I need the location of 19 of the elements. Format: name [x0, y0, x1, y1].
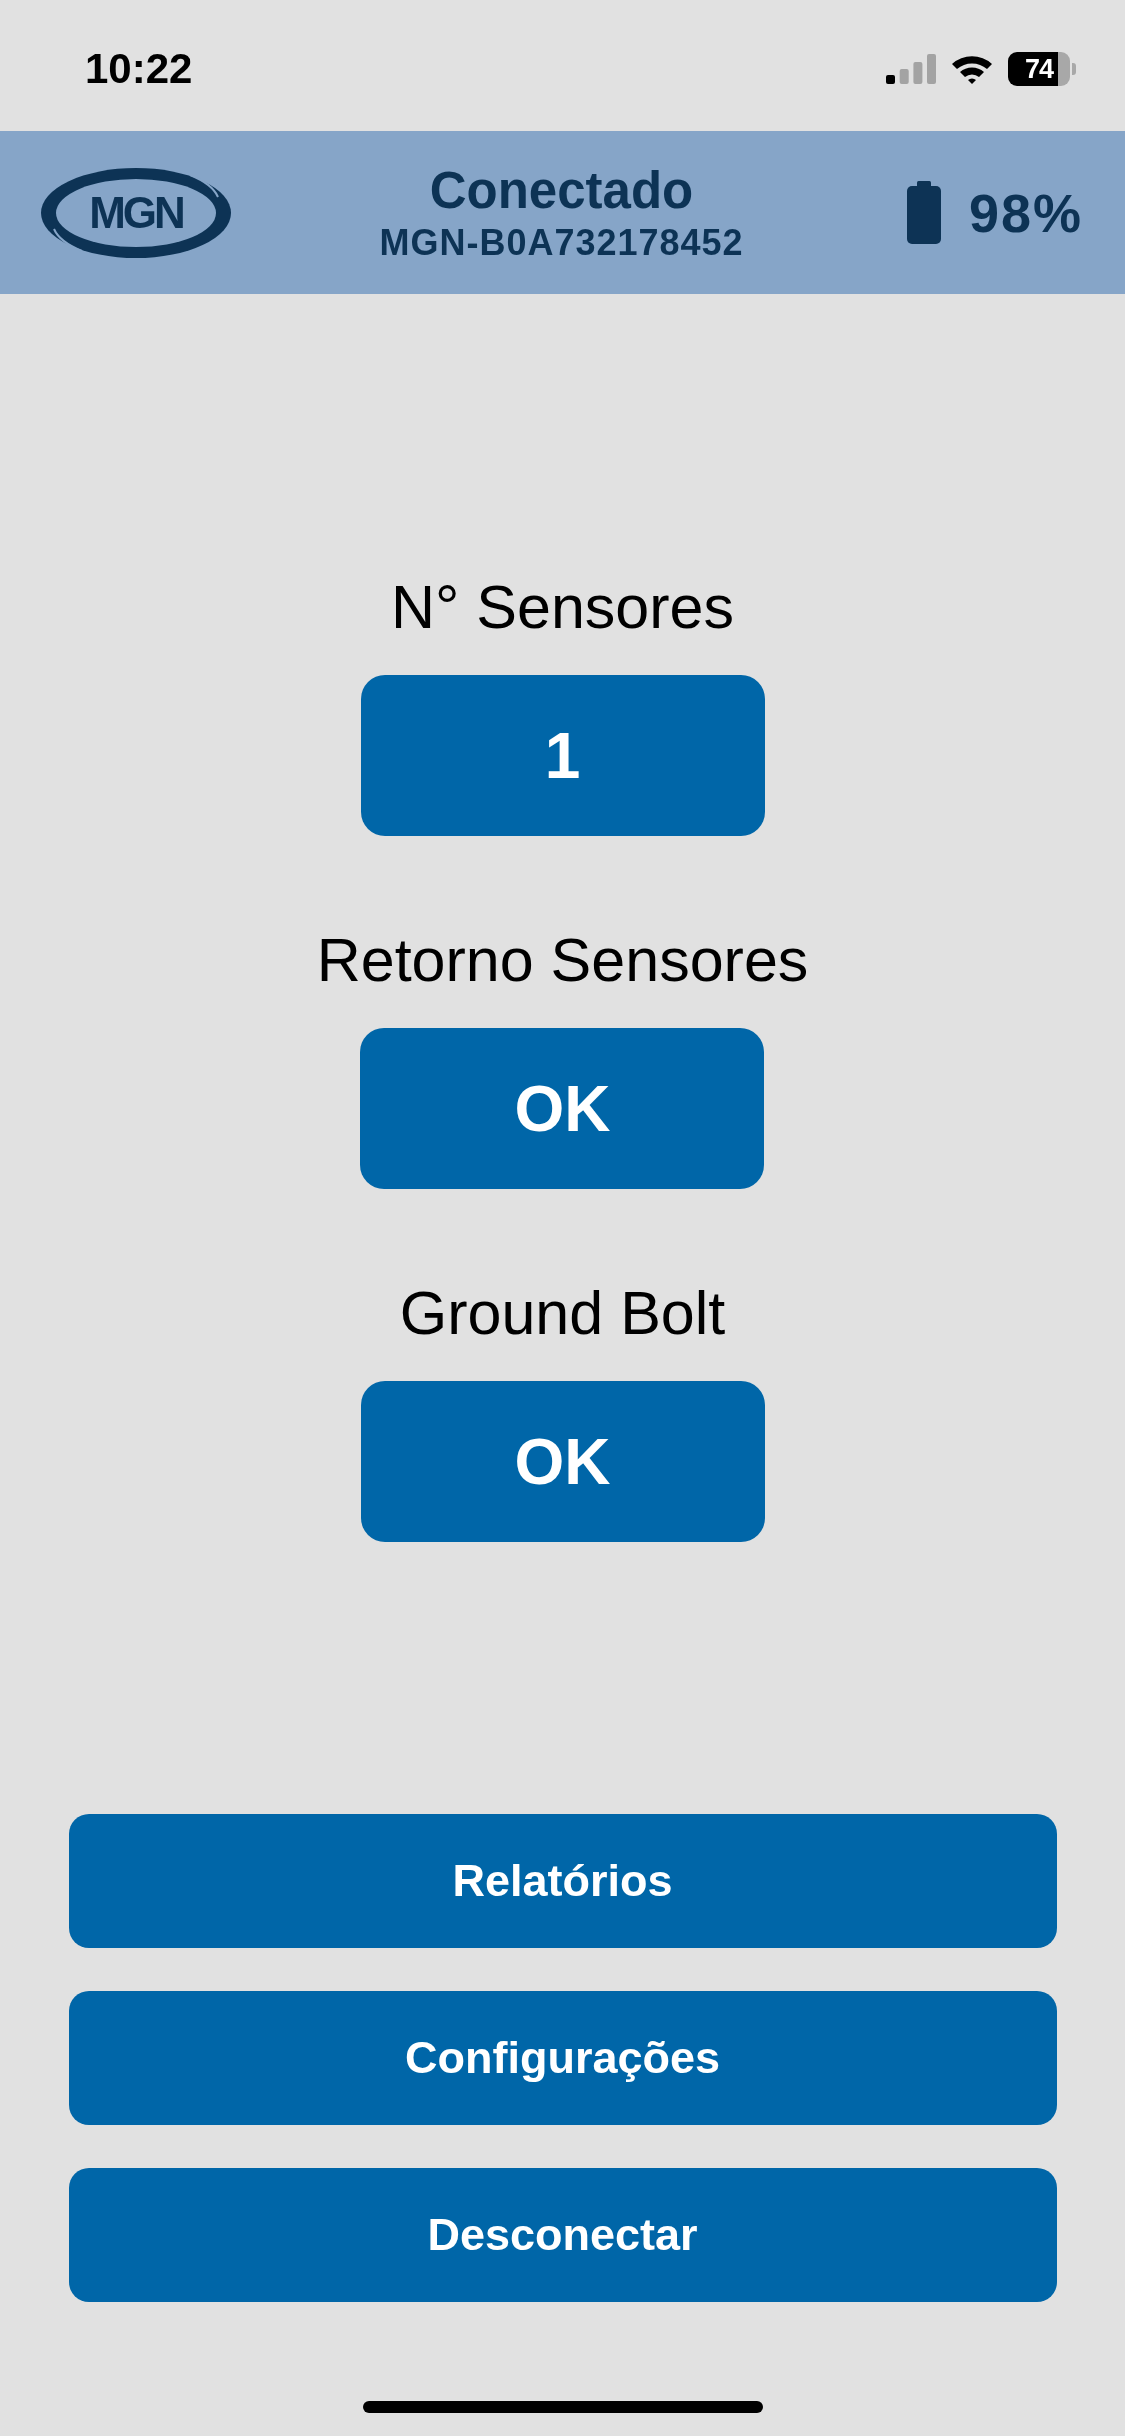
status-time: 10:22: [85, 44, 193, 93]
battery-icon: [906, 181, 941, 244]
reading-value: OK: [360, 1028, 765, 1189]
reading-label: N° Sensores: [390, 572, 735, 643]
device-id: MGN-B0A732178452: [379, 222, 744, 263]
logo: MGN: [40, 166, 232, 259]
reading-value: 1: [360, 675, 765, 836]
battery-percentage: 74: [1024, 53, 1053, 84]
action-button[interactable]: Desconectar: [68, 2168, 1057, 2302]
device-battery-level: 98%: [968, 182, 1083, 243]
reading-label: Ground Bolt: [399, 1278, 726, 1349]
home-indicator[interactable]: [362, 2401, 763, 2413]
action-button[interactable]: Relatórios: [68, 1814, 1057, 1948]
wifi-icon: [950, 53, 994, 84]
reading-label: Retorno Sensores: [316, 925, 809, 996]
reading-value: OK: [360, 1381, 765, 1542]
action-button[interactable]: Configurações: [68, 1991, 1057, 2125]
connection-status: Conectado: [429, 162, 694, 219]
cellular-signal-icon: [886, 53, 936, 84]
